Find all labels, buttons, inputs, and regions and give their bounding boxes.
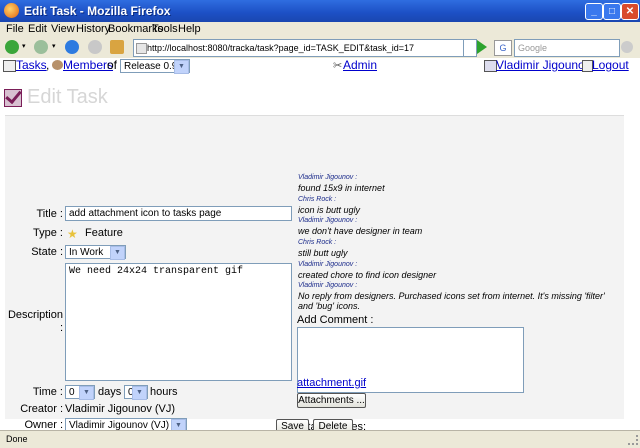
comment-text: found 15x9 in internet (298, 183, 385, 193)
comma-separator: , (46, 58, 50, 72)
tasks-icon (3, 60, 16, 72)
of-label: of (107, 58, 118, 72)
search-placeholder: Google (518, 43, 548, 53)
firefox-logo-icon (4, 3, 19, 18)
comment-author: Vladimir Jigounov : (298, 261, 358, 268)
title-input[interactable]: add attachment icon to tasks page (65, 206, 292, 221)
google-engine-icon[interactable]: G (494, 40, 512, 56)
members-link[interactable]: Members (63, 58, 113, 72)
close-window-button[interactable]: ✕ (621, 3, 639, 20)
menu-view[interactable]: View (51, 23, 75, 35)
chevron-down-icon: ▼ (79, 386, 94, 400)
title-label: Title : (36, 208, 64, 220)
state-label: State : (31, 246, 63, 258)
tasks-link[interactable]: Tasks (16, 58, 47, 72)
edit-task-panel: Title : add attachment icon to tasks pag… (5, 115, 624, 433)
web-content: Tasks , Members of Release 0.92 ▼ ✂ Admi… (0, 58, 640, 434)
go-icon[interactable] (477, 40, 487, 54)
attachments-button[interactable]: Attachments ... (297, 393, 366, 408)
comment-text: icon is butt ugly (298, 205, 361, 215)
admin-link[interactable]: Admin (343, 58, 377, 72)
stop-icon[interactable] (88, 40, 102, 54)
edit-task-icon (4, 89, 22, 107)
resize-grip-icon[interactable] (628, 435, 638, 445)
back-dropdown-icon[interactable]: ▾ (22, 42, 26, 50)
days-label: days (98, 386, 122, 398)
add-comment-label: Add Comment : (297, 314, 374, 326)
comment-author: Vladimir Jigounov : (298, 174, 358, 181)
page-title: Edit Task (27, 86, 108, 108)
app-navigation: Tasks , Members of Release 0.92 ▼ ✂ Admi… (0, 58, 640, 74)
comment-text: we don't have designer in team (298, 226, 423, 236)
admin-icon: ✂ (333, 60, 343, 72)
creator-label: Creator : (20, 403, 63, 415)
feature-star-icon: ★ (67, 227, 78, 241)
time-label: Time : (32, 386, 63, 398)
type-label: Type : (33, 227, 63, 239)
chevron-down-icon: ▼ (132, 386, 147, 400)
home-icon[interactable] (110, 40, 124, 54)
navigation-toolbar: ▾ ▾ http://localhost:8080/tracka/task?pa… (0, 38, 640, 59)
comment-author: Vladimir Jigounov : (298, 217, 358, 224)
menu-bar: File Edit View History Bookmarks Tools H… (0, 22, 640, 38)
days-value: 0 (69, 387, 75, 398)
description-label: Description : (7, 309, 63, 334)
menu-tools[interactable]: Tools (152, 23, 178, 35)
comment-author: Vladimir Jigounov : (298, 282, 358, 289)
state-select[interactable]: In Work ▼ (65, 245, 126, 260)
chevron-down-icon: ▼ (174, 60, 189, 74)
user-link[interactable]: Vladimir Jigounov (496, 58, 591, 72)
comment-author: Chris Rock : (298, 239, 337, 246)
maximize-button[interactable]: □ (603, 3, 621, 20)
creator-value: Vladimir Jigounov (VJ) (65, 403, 176, 415)
forward-dropdown-icon[interactable]: ▾ (52, 42, 56, 50)
window-title: Edit Task - Mozilla Firefox (24, 4, 171, 18)
days-select[interactable]: 0 ▼ (65, 385, 95, 400)
status-text: Done (6, 434, 28, 444)
hours-label: hours (150, 386, 178, 398)
hours-select[interactable]: 0 ▼ (124, 385, 148, 400)
search-input[interactable]: Google (514, 39, 620, 57)
reload-icon[interactable] (65, 40, 79, 54)
page-icon (136, 43, 147, 54)
menu-file[interactable]: File (6, 23, 24, 35)
attachment-link[interactable]: attachment.gif (297, 377, 366, 389)
window-titlebar: Edit Task - Mozilla Firefox _ □ ✕ (0, 0, 640, 22)
release-select[interactable]: Release 0.92 ▼ (120, 59, 190, 74)
chevron-down-icon: ▼ (110, 246, 125, 260)
logout-link[interactable]: Logout (592, 58, 629, 72)
comment-text: No reply from designers. Purchased icons… (298, 291, 605, 311)
forward-icon[interactable] (34, 40, 48, 54)
url-text: http://localhost:8080/tracka/task?page_i… (147, 43, 414, 53)
comment-text: still butt ugly (298, 248, 348, 258)
url-field[interactable]: http://localhost:8080/tracka/task?page_i… (133, 39, 475, 57)
description-textarea[interactable]: We need 24x24 transparent gif (65, 263, 292, 381)
back-icon[interactable] (5, 40, 19, 54)
minimize-button[interactable]: _ (585, 3, 603, 20)
comment-text: created chore to find icon designer (298, 270, 437, 280)
menu-history[interactable]: History (76, 23, 110, 35)
state-value: In Work (69, 247, 104, 258)
status-bar: Done (0, 430, 640, 448)
title-value: add attachment icon to tasks page (69, 208, 222, 219)
members-icon (52, 60, 63, 70)
url-dropdown-icon[interactable] (463, 39, 477, 57)
menu-edit[interactable]: Edit (28, 23, 47, 35)
comment-author: Chris Rock : (298, 196, 337, 203)
description-value: We need 24x24 transparent gif (69, 266, 244, 277)
menu-help[interactable]: Help (178, 23, 201, 35)
magnifier-search-icon[interactable] (621, 41, 633, 53)
type-value: Feature (85, 227, 123, 239)
